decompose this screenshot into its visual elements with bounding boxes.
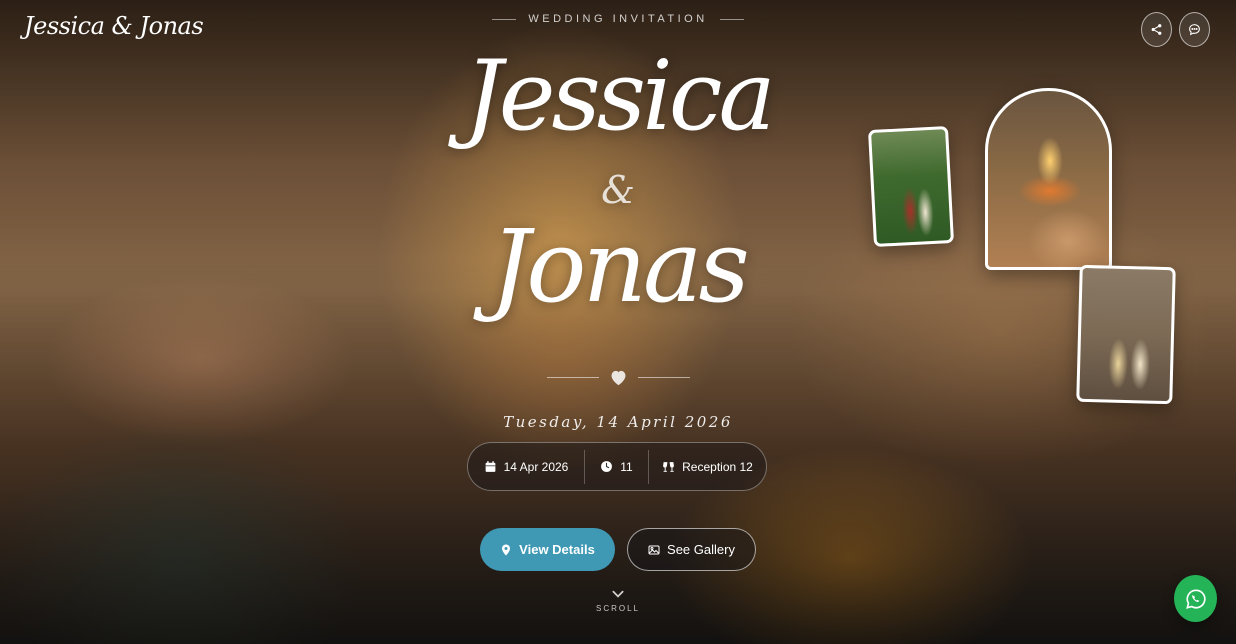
info-date-label: 14 Apr 2026 [503, 459, 569, 474]
calendar-icon [485, 461, 495, 472]
divider-line-right [637, 377, 690, 378]
view-details-button[interactable]: View Details [480, 528, 615, 571]
chevron-down-icon [612, 590, 624, 598]
eyebrow: WEDDING INVITATION [0, 13, 1236, 25]
info-date: 14 Apr 2026 [468, 443, 584, 490]
divider-line-left [546, 377, 599, 378]
scroll-label: SCROLL [595, 604, 640, 613]
eyebrow-text: WEDDING INVITATION [528, 13, 708, 25]
view-details-label: View Details [519, 542, 595, 557]
see-gallery-label: See Gallery [667, 542, 735, 557]
couple-photo-tea-garden[interactable] [867, 125, 955, 248]
info-event-label: Reception 12 [682, 459, 753, 474]
whatsapp-icon [1185, 588, 1206, 609]
info-time-label: 11 [620, 459, 633, 474]
eyebrow-line-left [492, 18, 517, 20]
scroll-indicator[interactable]: SCROLL [0, 588, 1236, 613]
heart-divider [0, 369, 1236, 386]
image-icon [648, 545, 660, 554]
cheers-icon [663, 462, 675, 472]
ceremony-photo-fire[interactable] [985, 88, 1112, 270]
location-pin-icon [502, 544, 511, 555]
info-time: 11 [585, 443, 648, 490]
see-gallery-button[interactable]: See Gallery [627, 528, 756, 571]
whatsapp-button[interactable] [1174, 575, 1217, 622]
heart-icon [611, 370, 625, 386]
event-info-bar: 14 Apr 2026 11 Reception 12 [467, 442, 767, 491]
eyebrow-line-right [719, 18, 744, 20]
info-event: Reception 12 [649, 443, 766, 490]
wedding-date: Tuesday, 14 April 2026 [503, 413, 733, 431]
clock-icon [601, 461, 613, 472]
couple-photo-temple[interactable] [1076, 264, 1176, 405]
